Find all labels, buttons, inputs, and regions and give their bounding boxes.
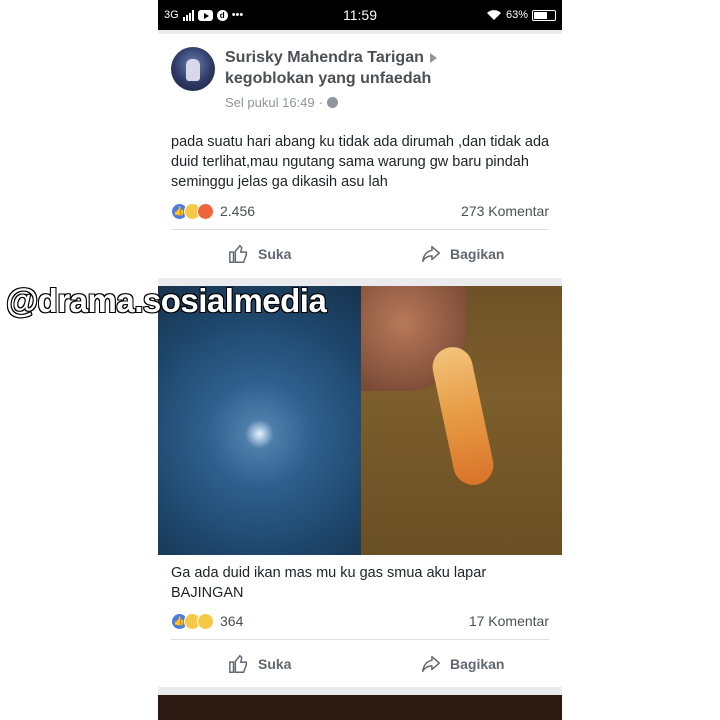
- post-text: pada suatu hari abang ku tidak ada dirum…: [171, 134, 550, 190]
- phone-screen: 3G d ••• 11:59 63% Surisky Mahendra Tari…: [158, 0, 562, 720]
- like-label: Suka: [258, 656, 292, 672]
- post-photo[interactable]: [158, 286, 562, 555]
- like-label: Suka: [258, 246, 292, 262]
- share-label: Bagikan: [450, 246, 505, 262]
- angry-reaction-icon: [197, 202, 214, 220]
- wifi-icon: [486, 10, 501, 20]
- meta-separator: ·: [318, 95, 323, 110]
- reaction-count: 364: [220, 613, 244, 629]
- share-button[interactable]: Bagikan: [420, 242, 504, 266]
- status-right: 63%: [486, 0, 556, 30]
- like-button[interactable]: Suka: [228, 652, 291, 676]
- avatar[interactable]: [171, 47, 215, 91]
- post-group[interactable]: kegoblokan yang unfaedah: [225, 70, 431, 88]
- sad-reaction-icon: [197, 612, 214, 630]
- comment-count[interactable]: 17 Komentar: [469, 613, 549, 629]
- reaction-count: 2.456: [220, 203, 256, 219]
- thumbs-up-icon: [229, 244, 248, 263]
- author-name[interactable]: Surisky Mahendra Tarigan: [225, 49, 424, 66]
- globe-icon: [326, 97, 338, 108]
- like-button[interactable]: Suka: [228, 242, 291, 266]
- post-meta: Sel pukul 16:49 ·: [225, 95, 338, 110]
- post-card: Ga ada duid ikan mas mu ku gas smua aku …: [158, 286, 562, 687]
- watermark-text: @drama.sosialmedia: [5, 281, 328, 320]
- post-text: Ga ada duid ikan mas mu ku gas smua aku …: [171, 565, 487, 601]
- caret-right-icon: [429, 52, 437, 63]
- comment-count[interactable]: 273 Komentar: [461, 203, 549, 219]
- fried-fish-image: [428, 343, 498, 489]
- post-author[interactable]: Surisky Mahendra Tarigan: [225, 49, 437, 67]
- divider: [171, 639, 549, 640]
- reactions-summary[interactable]: 👍 2.456: [171, 201, 255, 221]
- battery-level: 63%: [505, 9, 528, 21]
- share-label: Bagikan: [450, 656, 505, 672]
- post-card: Surisky Mahendra Tarigan kegoblokan yang…: [158, 34, 562, 278]
- battery-icon: [532, 9, 556, 21]
- share-arrow-icon: [422, 245, 440, 263]
- thumbs-up-icon: [229, 654, 248, 673]
- next-post-photo[interactable]: [158, 695, 562, 720]
- divider: [171, 229, 549, 230]
- status-bar: 3G d ••• 11:59 63%: [158, 0, 562, 30]
- share-button[interactable]: Bagikan: [420, 652, 504, 676]
- reactions-summary[interactable]: 👍 364: [171, 611, 243, 631]
- fish-tank-photo[interactable]: [158, 286, 361, 555]
- post-time[interactable]: Sel pukul 16:49: [225, 95, 315, 110]
- share-arrow-icon: [422, 655, 440, 673]
- fried-fish-photo[interactable]: [361, 286, 562, 555]
